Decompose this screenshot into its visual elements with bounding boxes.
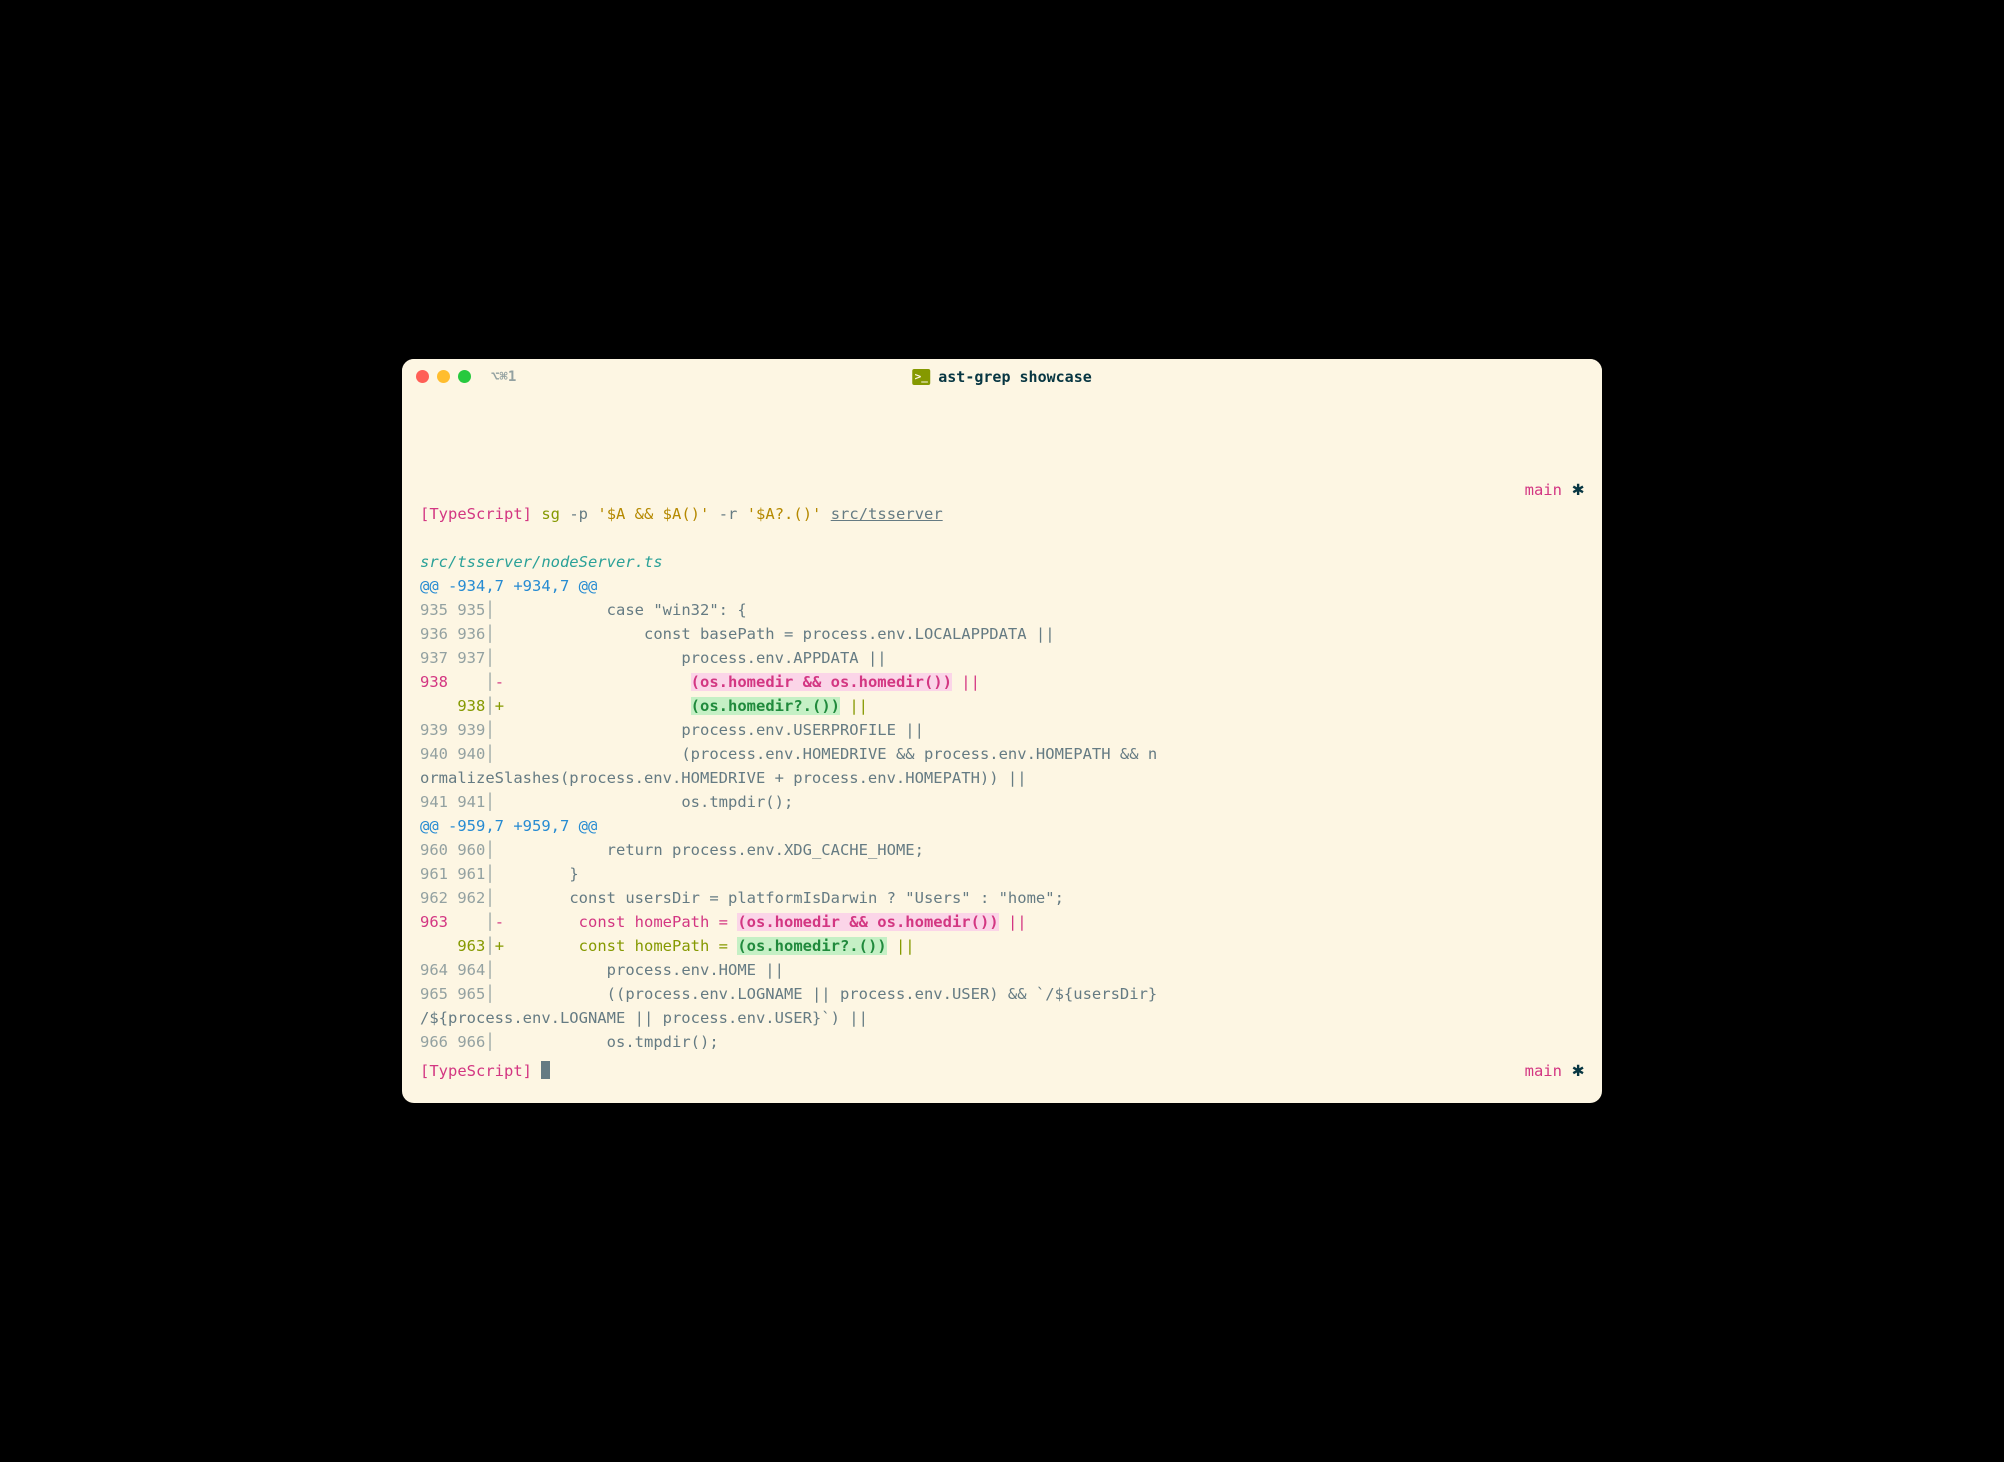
line-num: 964 — [420, 961, 448, 979]
line-num: 935 — [457, 601, 485, 619]
line-num-add: 938 — [457, 697, 485, 715]
line-num — [457, 913, 485, 931]
file-path: src/tsserver/nodeServer.ts — [420, 553, 663, 571]
code-line — [504, 697, 691, 715]
traffic-lights — [416, 370, 471, 383]
git-dirty-icon: ✱ — [1572, 1054, 1584, 1085]
added-highlight: (os.homedir?.()) — [691, 697, 840, 715]
titlebar: ⌥⌘1 >_ ast-grep showcase — [402, 359, 1602, 395]
hunk-header: @@ -934,7 +934,7 @@ — [420, 577, 597, 595]
path-arg: src/tsserver — [831, 505, 943, 523]
code-line: process.env.APPDATA || — [495, 649, 887, 667]
diff-sign: + — [495, 697, 504, 715]
line-num: 937 — [457, 649, 485, 667]
line-num: 961 — [457, 865, 485, 883]
line-num: 965 — [420, 985, 448, 1003]
diff-sign: - — [495, 913, 504, 931]
code-line: os.tmpdir(); — [495, 1033, 719, 1051]
line-num: 965 — [457, 985, 485, 1003]
minimize-icon[interactable] — [437, 370, 450, 383]
git-branch: main — [1525, 1059, 1562, 1083]
prompt-line: [TypeScript] main ✱ — [420, 1054, 1584, 1085]
code-line: os.tmpdir(); — [495, 793, 794, 811]
line-num: 935 — [420, 601, 448, 619]
code-line-wrap: /${process.env.LOGNAME || process.env.US… — [420, 1009, 868, 1027]
line-num: 941 — [420, 793, 448, 811]
line-num: 964 — [457, 961, 485, 979]
git-branch: main — [1525, 478, 1562, 502]
code-line: || — [999, 913, 1027, 931]
code-line: const homePath = — [504, 913, 737, 931]
code-line: case "win32": { — [495, 601, 747, 619]
code-line-wrap: ormalizeSlashes(process.env.HOMEDRIVE + … — [420, 769, 1027, 787]
line-num: 966 — [457, 1033, 485, 1051]
terminal-icon: >_ — [912, 369, 930, 385]
line-num — [420, 697, 448, 715]
line-num-add: 963 — [457, 937, 485, 955]
hunk-header: @@ -959,7 +959,7 @@ — [420, 817, 597, 835]
code-line: } — [495, 865, 579, 883]
code-line: || — [887, 937, 915, 955]
code-line: || — [840, 697, 868, 715]
git-dirty-icon: ✱ — [1572, 473, 1584, 504]
prompt-lang: [TypeScript] — [420, 505, 532, 523]
close-icon[interactable] — [416, 370, 429, 383]
prompt-lang: [TypeScript] — [420, 1062, 532, 1080]
diff-sign: - — [495, 673, 504, 691]
window-title: >_ ast-grep showcase — [912, 368, 1092, 386]
line-num: 936 — [457, 625, 485, 643]
line-num: 960 — [420, 841, 448, 859]
flag-pattern: -p — [569, 505, 588, 523]
line-num: 962 — [420, 889, 448, 907]
line-num: 960 — [457, 841, 485, 859]
code-line: || — [952, 673, 980, 691]
line-num-del: 938 — [420, 673, 448, 691]
code-line: process.env.USERPROFILE || — [495, 721, 924, 739]
line-num: 937 — [420, 649, 448, 667]
line-num: 961 — [420, 865, 448, 883]
code-line: return process.env.XDG_CACHE_HOME; — [495, 841, 924, 859]
flag-replace: -r — [719, 505, 738, 523]
prompt-line: [TypeScript] sg -p '$A && $A()' -r '$A?.… — [420, 473, 1584, 526]
window-title-text: ast-grep showcase — [938, 368, 1092, 386]
code-line: const usersDir = platformIsDarwin ? "Use… — [495, 889, 1064, 907]
line-num: 939 — [457, 721, 485, 739]
line-num: 940 — [457, 745, 485, 763]
deleted-highlight: (os.homedir && os.homedir()) — [691, 673, 952, 691]
command-name: sg — [541, 505, 560, 523]
code-line: ((process.env.LOGNAME || process.env.USE… — [495, 985, 1158, 1003]
tab-shortcut-label: ⌥⌘1 — [491, 369, 516, 385]
code-line: (process.env.HOMEDRIVE && process.env.HO… — [495, 745, 1158, 763]
line-num: 940 — [420, 745, 448, 763]
deleted-highlight: (os.homedir && os.homedir()) — [737, 913, 998, 931]
code-line — [504, 673, 691, 691]
line-num: 936 — [420, 625, 448, 643]
line-num — [420, 937, 448, 955]
cursor-icon — [541, 1061, 550, 1079]
diff-sign: + — [495, 937, 504, 955]
added-highlight: (os.homedir?.()) — [737, 937, 886, 955]
line-num: 966 — [420, 1033, 448, 1051]
line-num: 941 — [457, 793, 485, 811]
line-num — [457, 673, 485, 691]
terminal-window: ⌥⌘1 >_ ast-grep showcase [TypeScript] sg… — [402, 359, 1602, 1103]
replace-arg: '$A?.()' — [747, 505, 822, 523]
line-num-del: 963 — [420, 913, 448, 931]
terminal-body[interactable]: [TypeScript] sg -p '$A && $A()' -r '$A?.… — [402, 395, 1602, 1103]
line-num: 939 — [420, 721, 448, 739]
line-num: 962 — [457, 889, 485, 907]
code-line: const homePath = — [504, 937, 737, 955]
code-line: const basePath = process.env.LOCALAPPDAT… — [495, 625, 1055, 643]
maximize-icon[interactable] — [458, 370, 471, 383]
code-line: process.env.HOME || — [495, 961, 784, 979]
pattern-arg: '$A && $A()' — [597, 505, 709, 523]
